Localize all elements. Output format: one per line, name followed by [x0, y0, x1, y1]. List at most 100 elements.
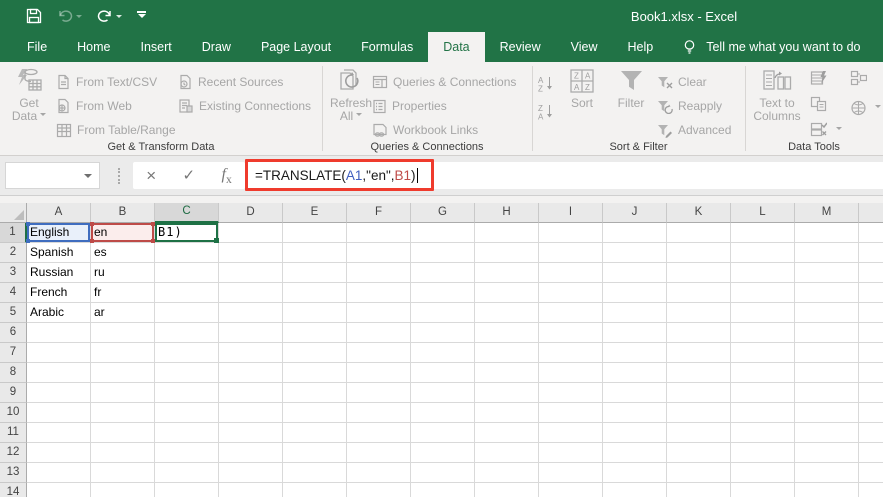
name-box-dropdown-icon[interactable]	[84, 174, 92, 182]
cell-E6[interactable]	[283, 323, 347, 343]
tab-file[interactable]: File	[12, 32, 62, 62]
cell-D2[interactable]	[219, 243, 283, 263]
cell-K13[interactable]	[667, 463, 731, 483]
flash-fill-button[interactable]	[810, 70, 827, 86]
cell-I5[interactable]	[539, 303, 603, 323]
cell-H1[interactable]	[475, 223, 539, 243]
cell-C13[interactable]	[155, 463, 219, 483]
cell-G12[interactable]	[411, 443, 475, 463]
cell-G5[interactable]	[411, 303, 475, 323]
cell-D9[interactable]	[219, 383, 283, 403]
cell-F14[interactable]	[347, 483, 411, 497]
cell-G10[interactable]	[411, 403, 475, 423]
cell-C8[interactable]	[155, 363, 219, 383]
cell-H12[interactable]	[475, 443, 539, 463]
from-web-button[interactable]: From Web	[56, 96, 132, 116]
cell-C4[interactable]	[155, 283, 219, 303]
cell-L11[interactable]	[731, 423, 795, 443]
cell-I4[interactable]	[539, 283, 603, 303]
cell-J8[interactable]	[603, 363, 667, 383]
formula-input[interactable]: =TRANSLATE(A1,"en",B1)	[245, 159, 883, 191]
cell-F9[interactable]	[347, 383, 411, 403]
name-box[interactable]	[5, 162, 100, 189]
clear-filter-button[interactable]: Clear	[657, 72, 707, 92]
cell-H13[interactable]	[475, 463, 539, 483]
redo-dropdown-icon[interactable]	[116, 15, 122, 21]
cell-I11[interactable]	[539, 423, 603, 443]
customize-quick-access-toolbar-button[interactable]	[137, 10, 146, 22]
cell-J10[interactable]	[603, 403, 667, 423]
cell-partial[interactable]	[859, 463, 883, 483]
cell-B11[interactable]	[91, 423, 155, 443]
cell-M3[interactable]	[795, 263, 859, 283]
row-header-1[interactable]: 1	[0, 223, 27, 243]
row-header-12[interactable]: 12	[0, 443, 27, 463]
cell-B2[interactable]: es	[91, 243, 155, 263]
cell-C2[interactable]	[155, 243, 219, 263]
cell-E13[interactable]	[283, 463, 347, 483]
cell-J12[interactable]	[603, 443, 667, 463]
column-header-K[interactable]: K	[667, 203, 731, 223]
cell-F4[interactable]	[347, 283, 411, 303]
cell-D13[interactable]	[219, 463, 283, 483]
cell-M13[interactable]	[795, 463, 859, 483]
cell-partial[interactable]	[859, 423, 883, 443]
cell-F11[interactable]	[347, 423, 411, 443]
cell-I13[interactable]	[539, 463, 603, 483]
cell-M12[interactable]	[795, 443, 859, 463]
cell-B10[interactable]	[91, 403, 155, 423]
tab-draw[interactable]: Draw	[187, 32, 246, 62]
cell-A1[interactable]: English	[26, 222, 91, 243]
cell-K11[interactable]	[667, 423, 731, 443]
cell-partial[interactable]	[859, 223, 883, 243]
cell-K3[interactable]	[667, 263, 731, 283]
undo-button[interactable]	[57, 9, 82, 23]
workbook-links-button[interactable]: Workbook Links	[372, 120, 478, 140]
cell-J9[interactable]	[603, 383, 667, 403]
row-header-10[interactable]: 10	[0, 403, 27, 423]
cell-K8[interactable]	[667, 363, 731, 383]
cell-I3[interactable]	[539, 263, 603, 283]
cell-C11[interactable]	[155, 423, 219, 443]
cell-I8[interactable]	[539, 363, 603, 383]
cell-K14[interactable]	[667, 483, 731, 497]
cell-D10[interactable]	[219, 403, 283, 423]
cell-D4[interactable]	[219, 283, 283, 303]
cell-K5[interactable]	[667, 303, 731, 323]
cell-I1[interactable]	[539, 223, 603, 243]
cell-I2[interactable]	[539, 243, 603, 263]
cell-M7[interactable]	[795, 343, 859, 363]
column-header-B[interactable]: B	[91, 203, 155, 223]
cell-K1[interactable]	[667, 223, 731, 243]
tab-review[interactable]: Review	[485, 32, 556, 62]
cell-I12[interactable]	[539, 443, 603, 463]
cell-E9[interactable]	[283, 383, 347, 403]
cell-E10[interactable]	[283, 403, 347, 423]
row-header-7[interactable]: 7	[0, 343, 27, 363]
cell-G11[interactable]	[411, 423, 475, 443]
cell-partial[interactable]	[859, 303, 883, 323]
column-header-J[interactable]: J	[603, 203, 667, 223]
cell-C12[interactable]	[155, 443, 219, 463]
cell-C1[interactable]: B1)	[155, 223, 219, 243]
row-header-3[interactable]: 3	[0, 263, 27, 283]
selection-handle[interactable]	[214, 238, 219, 243]
cell-L12[interactable]	[731, 443, 795, 463]
cell-J13[interactable]	[603, 463, 667, 483]
cell-M14[interactable]	[795, 483, 859, 497]
advanced-filter-button[interactable]: Advanced	[657, 120, 731, 140]
cell-C5[interactable]	[155, 303, 219, 323]
existing-connections-button[interactable]: Existing Connections	[178, 96, 311, 116]
column-header-M[interactable]: M	[795, 203, 859, 223]
cell-F10[interactable]	[347, 403, 411, 423]
cell-D12[interactable]	[219, 443, 283, 463]
cell-E14[interactable]	[283, 483, 347, 497]
cell-A8[interactable]	[27, 363, 91, 383]
cell-H9[interactable]	[475, 383, 539, 403]
cell-H4[interactable]	[475, 283, 539, 303]
cell-F6[interactable]	[347, 323, 411, 343]
cell-C10[interactable]	[155, 403, 219, 423]
insert-function-button[interactable]: fx	[221, 166, 231, 186]
tab-insert[interactable]: Insert	[126, 32, 187, 62]
cell-L14[interactable]	[731, 483, 795, 497]
